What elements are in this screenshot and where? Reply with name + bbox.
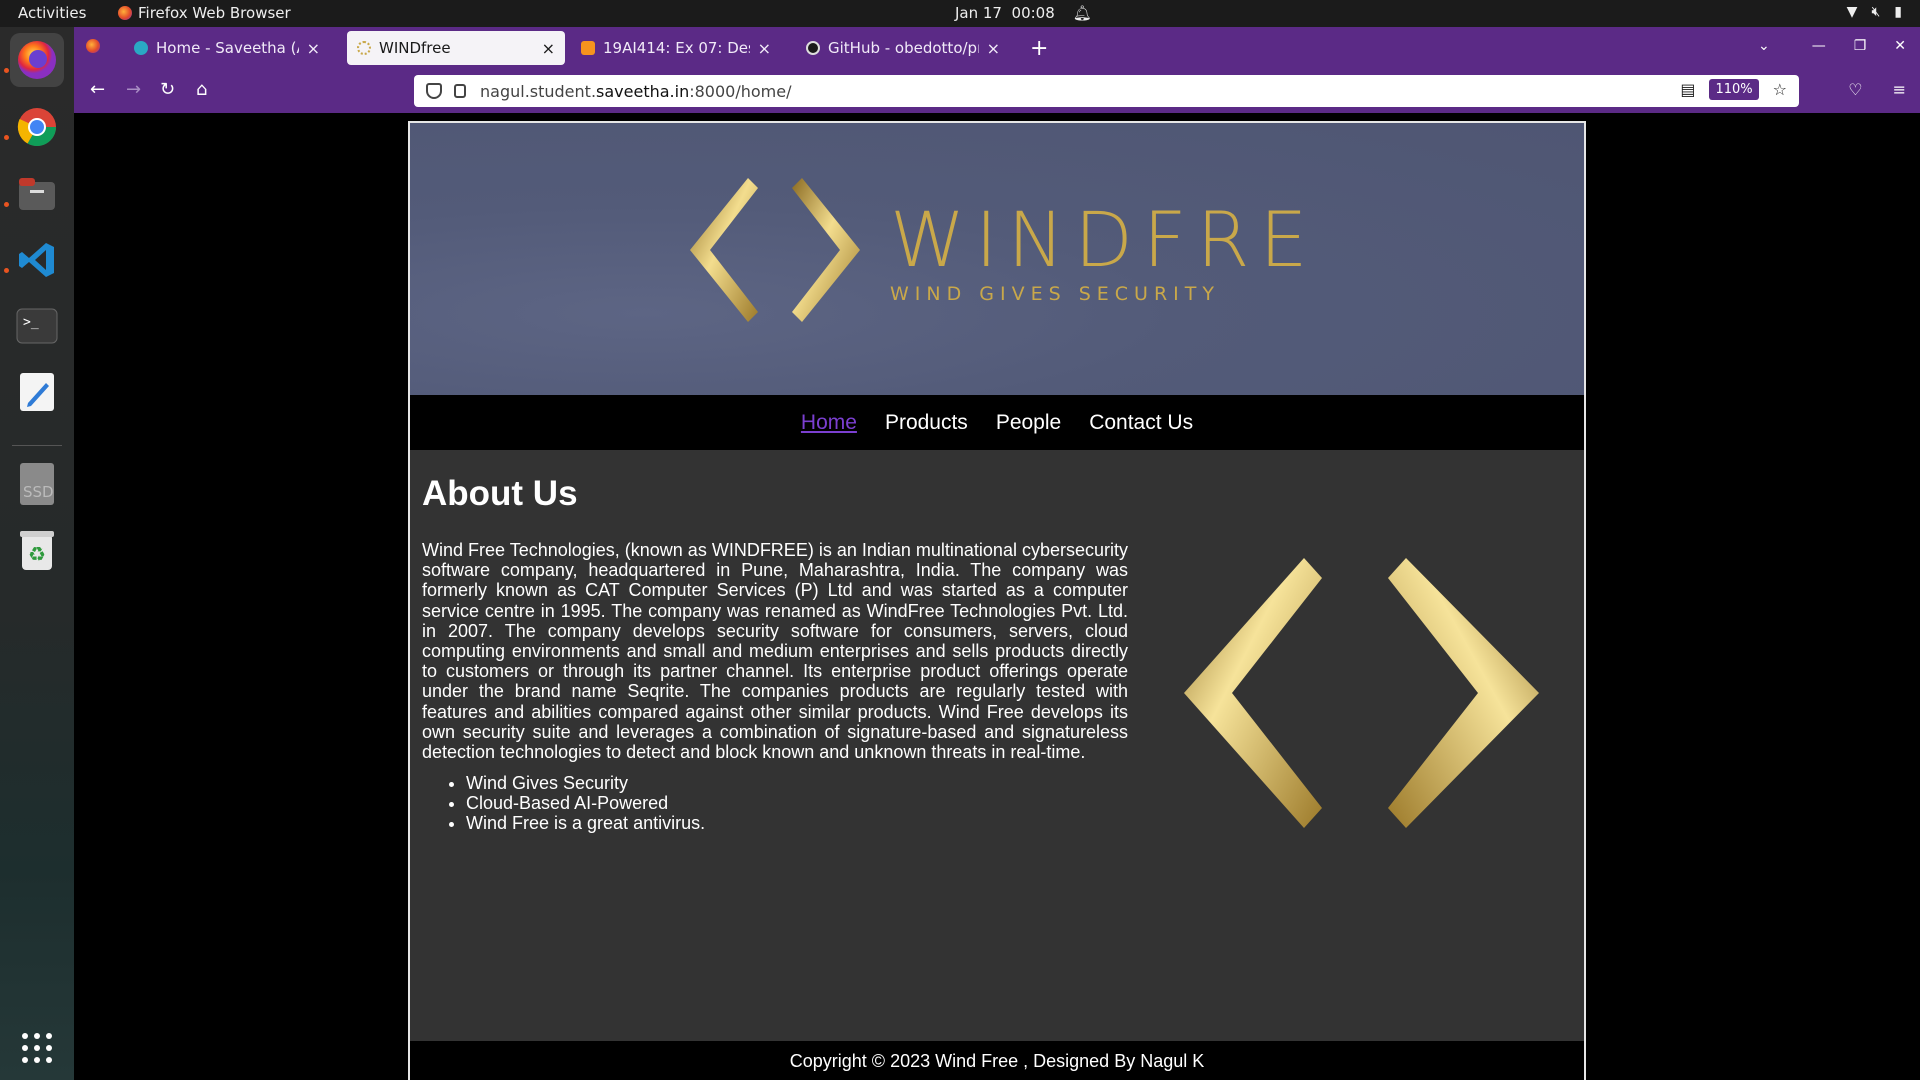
system-top-bar: Activities Firefox Web Browser Jan 17 00… — [0, 0, 1920, 27]
saveetha-favicon — [134, 41, 148, 55]
hamburger-menu-icon[interactable]: ≡ — [1893, 80, 1906, 99]
close-tab-icon[interactable]: × — [307, 39, 320, 58]
list-item: Wind Gives Security — [466, 773, 705, 793]
app-name: Firefox Web Browser — [138, 4, 291, 22]
svg-text:♻: ♻ — [28, 542, 46, 566]
close-tab-icon[interactable]: × — [987, 39, 1000, 58]
nav-people-link[interactable]: People — [996, 411, 1061, 435]
terminal-dock-icon[interactable]: >_ — [10, 299, 64, 353]
brand-tagline: WIND GIVES SECURITY — [890, 283, 1220, 305]
svg-text:SSD: SSD — [23, 483, 54, 501]
tracking-shield-icon[interactable] — [426, 83, 442, 99]
tab-github[interactable]: GitHub - obedotto/produ × — [796, 31, 1010, 65]
navigation-toolbar: ← → ↻ ⌂ nagul.student.saveetha.in:8000/h… — [74, 69, 1920, 113]
zoom-level[interactable]: 110% — [1709, 79, 1759, 100]
back-arrow-icon[interactable]: ← — [90, 79, 105, 100]
bookmark-star-icon[interactable]: ☆ — [1773, 80, 1787, 99]
bell-icon: 🔔︎ — [1072, 4, 1092, 22]
nav-home-link[interactable]: Home — [801, 411, 857, 435]
close-window-icon[interactable]: ✕ — [1894, 38, 1906, 54]
close-tab-icon[interactable]: × — [542, 39, 555, 58]
tab-strip: Home - Saveetha (Autono × WINDfree × 19A… — [74, 27, 1920, 69]
close-tab-icon[interactable]: × — [758, 39, 771, 58]
tab-title: 19AI414: Ex 07: Design a — [603, 39, 750, 57]
wifi-icon: ▼ — [1846, 4, 1858, 20]
emblem-left-chevron-icon — [1184, 558, 1322, 828]
reader-view-icon[interactable]: ▤ — [1680, 80, 1695, 99]
forward-arrow-icon[interactable]: → — [126, 79, 141, 100]
battery-icon: ▮ — [1894, 4, 1902, 20]
main-content: About Us Wind Free Technologies, (known … — [422, 450, 1572, 833]
window-controls: — ❐ ✕ — [1812, 38, 1906, 54]
new-tab-button[interactable]: + — [1030, 36, 1048, 61]
copyright-text: Copyright © 2023 Wind Free , Designed By… — [789, 1051, 1205, 1071]
left-chevron-icon — [690, 178, 758, 322]
system-tray[interactable]: ▼ 🔇︎ ▮ — [1847, 4, 1902, 20]
site-nav: Home Products People Contact Us — [410, 395, 1584, 450]
site-footer: Copyright © 2023 Wind Free , Designed By… — [410, 1041, 1584, 1080]
tab-title: GitHub - obedotto/produ — [828, 39, 979, 57]
ssd-drive-dock-icon[interactable]: SSD — [10, 457, 64, 511]
chrome-dock-icon[interactable] — [10, 100, 64, 154]
right-chevron-icon — [792, 178, 860, 322]
about-paragraph: Wind Free Technologies, (known as WINDFR… — [422, 540, 1128, 763]
firefox-icon — [118, 6, 132, 20]
feature-list: Wind Gives Security Cloud-Based AI-Power… — [466, 773, 705, 833]
reload-icon[interactable]: ↻ — [160, 79, 175, 100]
moodle-favicon — [581, 41, 595, 55]
tab-title: WINDfree — [379, 39, 451, 57]
nav-contact-link[interactable]: Contact Us — [1089, 411, 1193, 435]
tab-saveetha[interactable]: Home - Saveetha (Autono × — [124, 31, 330, 65]
firefox-dock-icon[interactable] — [10, 33, 64, 87]
list-item: Cloud-Based AI-Powered — [466, 793, 705, 813]
tab-windfree[interactable]: WINDfree × — [347, 31, 565, 65]
url-text[interactable]: nagul.student.saveetha.in:8000/home/ — [480, 82, 791, 101]
minimize-icon[interactable]: — — [1812, 38, 1826, 54]
time: 00:08 — [1011, 4, 1055, 22]
list-all-tabs-chevron-icon[interactable]: ⌄ — [1758, 38, 1770, 54]
date: Jan 17 — [955, 4, 1002, 22]
clock[interactable]: Jan 17 00:08 🔔︎ — [955, 4, 1092, 22]
volume-muted-icon: 🔇︎ — [1871, 4, 1881, 20]
trash-dock-icon[interactable]: ♻ — [10, 523, 64, 577]
home-icon[interactable]: ⌂ — [196, 79, 207, 100]
insecure-lock-icon[interactable] — [454, 84, 466, 98]
files-dock-icon[interactable] — [10, 167, 64, 221]
windfree-emblem-image — [1184, 558, 1539, 828]
brand-name: WINDFREE — [890, 195, 1310, 284]
restore-icon[interactable]: ❐ — [1854, 38, 1867, 54]
vscode-dock-icon[interactable] — [10, 233, 64, 287]
text-editor-dock-icon[interactable] — [10, 365, 64, 419]
site-container: WINDFREE WIND GIVES SECURITY Home Produc… — [408, 121, 1586, 1080]
page-viewport: WINDFREE WIND GIVES SECURITY Home Produc… — [74, 113, 1920, 1080]
url-bar[interactable]: nagul.student.saveetha.in:8000/home/ ▤ 1… — [414, 75, 1799, 107]
loading-favicon — [357, 41, 371, 55]
about-heading: About Us — [422, 474, 578, 513]
list-item: Wind Free is a great antivirus. — [466, 813, 705, 833]
activities-button[interactable]: Activities — [18, 4, 86, 22]
svg-text:>_: >_ — [23, 315, 39, 330]
github-favicon — [806, 41, 820, 55]
dock: >_ SSD ♻ — [0, 27, 74, 1080]
app-menu[interactable]: Firefox Web Browser — [118, 4, 291, 22]
firefox-view-icon[interactable] — [86, 38, 100, 57]
tab-moodle-exercise[interactable]: 19AI414: Ex 07: Design a × — [571, 31, 781, 65]
tab-title: Home - Saveetha (Autono — [156, 39, 299, 57]
nav-products-link[interactable]: Products — [885, 411, 968, 435]
pocket-icon[interactable]: ♡ — [1848, 80, 1862, 99]
site-banner: WINDFREE WIND GIVES SECURITY — [410, 123, 1584, 395]
windfree-logo: WINDFREE WIND GIVES SECURITY — [690, 178, 1310, 322]
show-apps-grid-icon[interactable] — [10, 1021, 64, 1075]
emblem-right-chevron-icon — [1388, 558, 1539, 828]
